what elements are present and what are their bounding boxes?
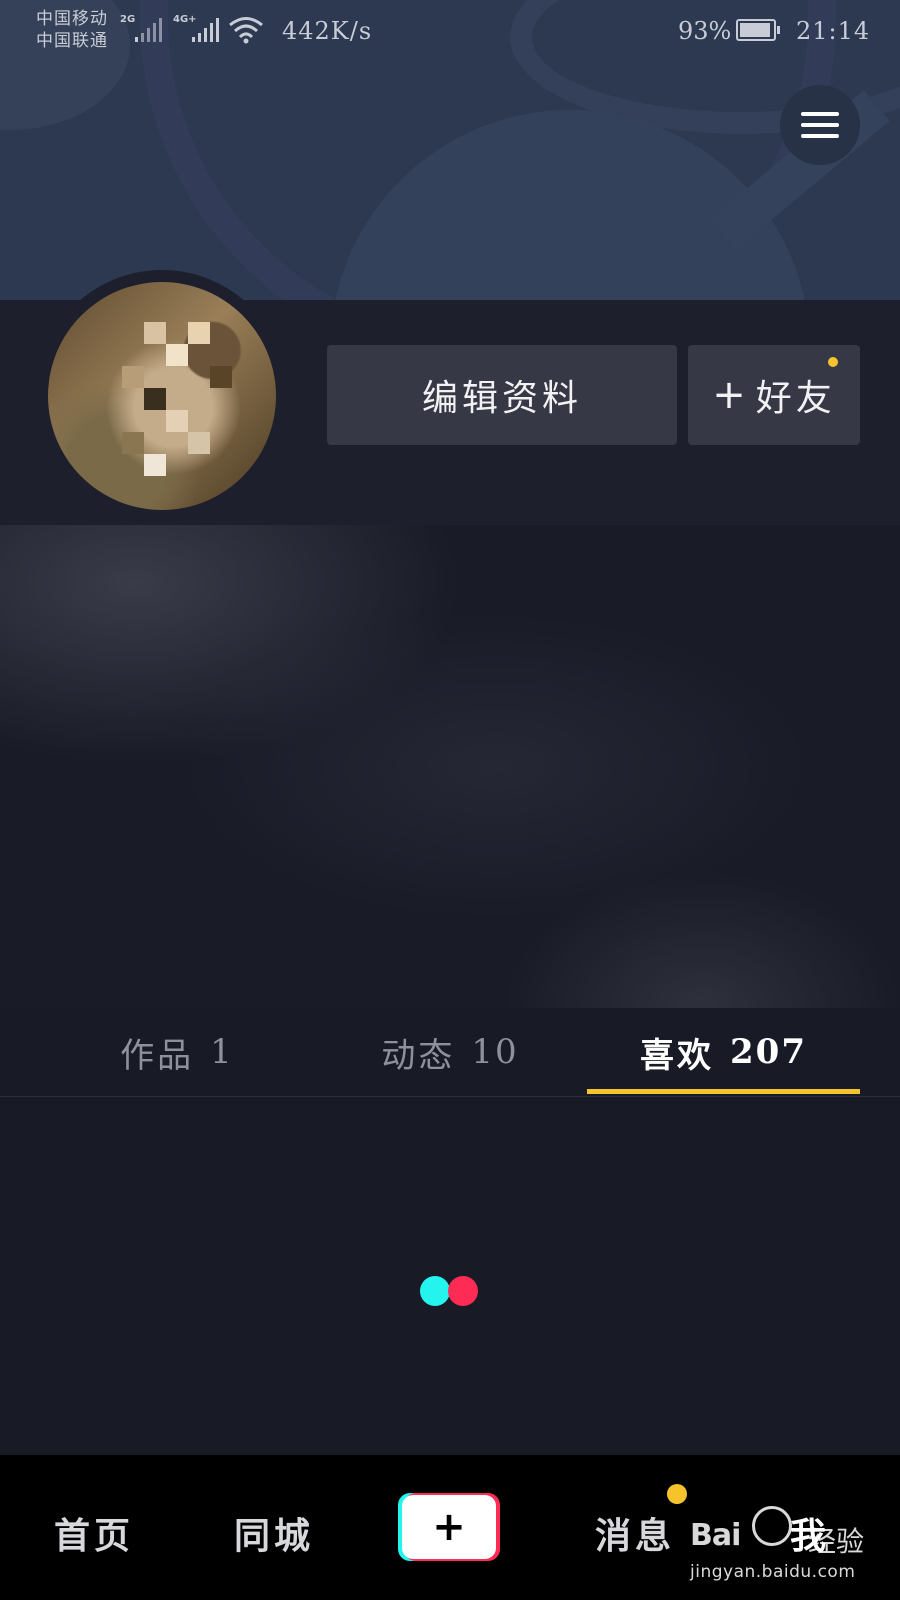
wifi-icon (229, 17, 263, 44)
tab-count: 10 (471, 1032, 519, 1072)
add-friend-label: 好友 (755, 378, 836, 419)
network-speed: 442K/s (282, 17, 373, 45)
baidu-watermark: Bai 经验 jingyan.baidu.com (690, 1500, 870, 1590)
active-tab-indicator (587, 1089, 860, 1094)
carrier-names: 中国移动 中国联通 (36, 8, 108, 52)
clock: 21:14 (796, 17, 871, 45)
tab-label: 作品 (120, 1035, 195, 1076)
tab-dynamic[interactable]: 动态 10 (330, 1008, 570, 1096)
profile-tabs: 作品 1 动态 10 喜欢 207 (0, 1008, 900, 1097)
nav-messages[interactable]: 消息 (595, 1507, 675, 1559)
tab-count: 1 (210, 1032, 234, 1072)
loading-indicator (420, 1276, 480, 1306)
tab-label: 动态 (381, 1035, 456, 1076)
watermark-brand: Bai (690, 1518, 741, 1553)
nav-city[interactable]: 同城 (234, 1507, 314, 1559)
plus-icon: + (712, 372, 746, 418)
battery-icon (736, 19, 780, 41)
tab-likes[interactable]: 喜欢 207 (587, 1008, 860, 1096)
create-button[interactable]: + (398, 1493, 500, 1561)
loading-dot-red (448, 1276, 478, 1306)
edit-profile-button[interactable]: 编辑资料 (327, 345, 677, 445)
paw-icon (752, 1506, 792, 1546)
profile-info-area (0, 525, 900, 1008)
notification-dot (667, 1484, 687, 1504)
loading-dot-cyan (420, 1276, 450, 1306)
carrier-2: 中国联通 (36, 31, 108, 51)
tab-count: 207 (730, 1032, 807, 1072)
battery-percent: 93% (678, 17, 732, 45)
hamburger-menu-icon[interactable] (780, 85, 860, 165)
carrier-1: 中国移动 (36, 9, 108, 29)
nav-home[interactable]: 首页 (54, 1507, 134, 1559)
signal-icon (135, 18, 165, 42)
tab-works[interactable]: 作品 1 (60, 1008, 294, 1096)
plus-icon: + (402, 1495, 496, 1559)
avatar[interactable] (48, 282, 276, 510)
signal-icon (192, 18, 222, 42)
notification-dot (828, 357, 838, 367)
tab-label: 喜欢 (640, 1035, 714, 1076)
status-bar: 中国移动 中国联通 2G 4G+ 442K/s 93% 21:14 (0, 0, 900, 66)
network-type-2g: 2G (120, 14, 136, 25)
watermark-url: jingyan.baidu.com (690, 1562, 856, 1582)
watermark-brand-suffix: 经验 (808, 1525, 865, 1558)
